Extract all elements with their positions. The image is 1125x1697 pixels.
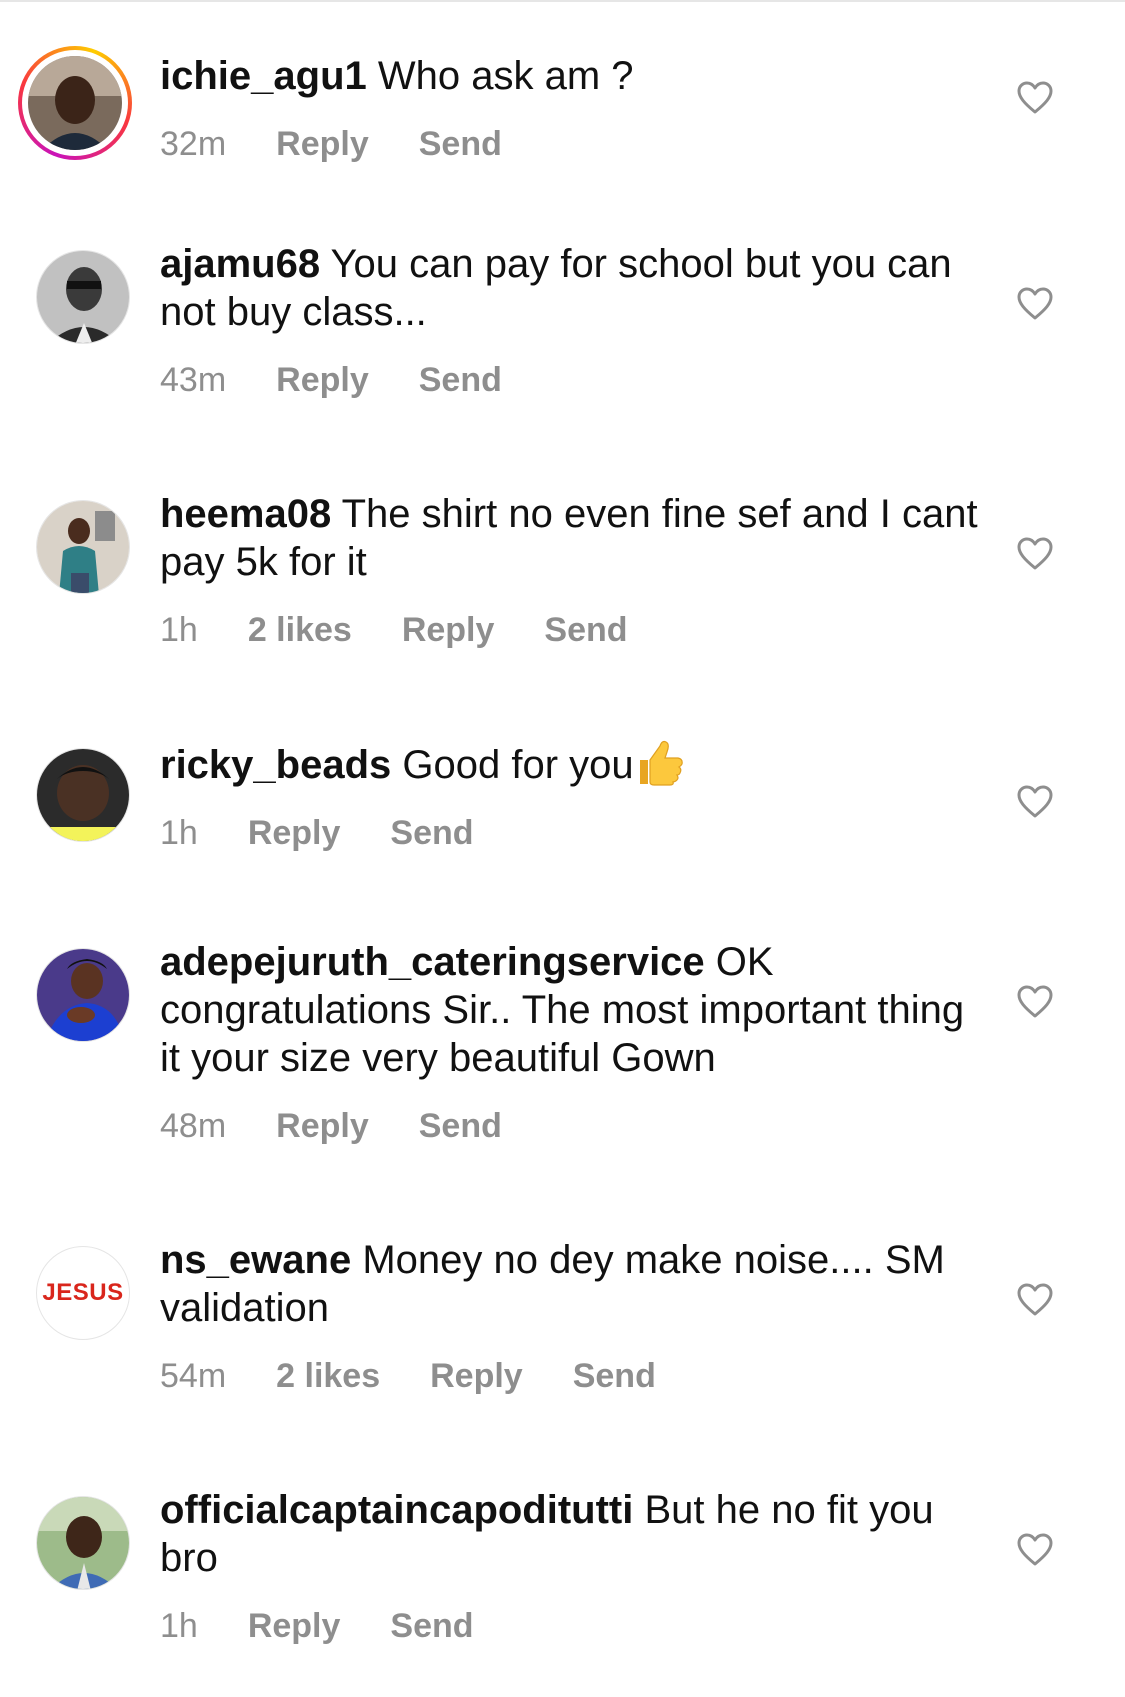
heart-outline-icon[interactable] [1016, 1532, 1054, 1566]
comment-meta: 1h Reply Send [160, 1606, 980, 1646]
comment-time: 54m [160, 1357, 227, 1395]
heart-outline-icon[interactable] [1016, 1282, 1054, 1316]
comment-body: adepejuruth_cateringservice OK congratul… [160, 938, 980, 1146]
comment-time: 32m [160, 125, 227, 163]
comment-text: ricky_beads Good for you [160, 738, 980, 789]
heart-outline-icon[interactable] [1016, 80, 1054, 114]
user-photo-avatar [37, 501, 129, 593]
avatar[interactable] [36, 250, 130, 344]
thumbs-up-emoji [639, 740, 683, 786]
comment-username[interactable]: ichie_agu1 [160, 54, 367, 98]
comment-text: ichie_agu1 Who ask am ? [160, 52, 980, 100]
comment-meta: 54m 2 likes Reply Send [160, 1356, 980, 1396]
jesus-text-avatar: JESUS [42, 1279, 124, 1306]
avatar[interactable] [36, 748, 130, 842]
comment-body: ajamu68 You can pay for school but you c… [160, 240, 980, 400]
comment-meta: 48m Reply Send [160, 1106, 980, 1146]
user-photo-avatar [37, 1497, 129, 1589]
comment-body: officialcaptaincapoditutti But he no fit… [160, 1486, 980, 1646]
comment-text: ns_ewane Money no dey make noise.... SM … [160, 1236, 980, 1332]
likes-count[interactable]: 2 likes [276, 1356, 380, 1396]
comment-time: 48m [160, 1107, 227, 1145]
heart-outline-icon[interactable] [1016, 984, 1054, 1018]
likes-count[interactable]: 2 likes [248, 610, 352, 650]
user-photo-avatar [37, 949, 129, 1041]
top-divider [0, 0, 1125, 2]
heart-outline-icon[interactable] [1016, 784, 1054, 818]
comment-text: adepejuruth_cateringservice OK congratul… [160, 938, 980, 1082]
avatar[interactable] [36, 500, 130, 594]
comment-username[interactable]: ricky_beads [160, 743, 391, 787]
avatar[interactable] [36, 948, 130, 1042]
comment-meta: 1h 2 likes Reply Send [160, 610, 980, 650]
comment-meta: 32m Reply Send [160, 124, 980, 164]
comment-meta: 1h Reply Send [160, 813, 980, 853]
heart-outline-icon[interactable] [1016, 536, 1054, 570]
send-button[interactable]: Send [419, 360, 502, 400]
avatar[interactable]: JESUS [36, 1246, 130, 1340]
comment-body: ichie_agu1 Who ask am ? 32m Reply Send [160, 52, 980, 164]
reply-button[interactable]: Reply [402, 610, 495, 650]
reply-button[interactable]: Reply [430, 1356, 523, 1396]
comment-message: Who ask am ? [377, 54, 634, 98]
user-photo-avatar [37, 749, 129, 841]
send-button[interactable]: Send [544, 610, 627, 650]
user-photo-avatar [28, 56, 122, 150]
comment-time: 43m [160, 361, 227, 399]
comment-message: Good for you [402, 743, 634, 787]
send-button[interactable]: Send [390, 813, 473, 853]
comment-time: 1h [160, 611, 198, 649]
comment-text: ajamu68 You can pay for school but you c… [160, 240, 980, 336]
comment-time: 1h [160, 814, 198, 852]
comment-meta: 43m Reply Send [160, 360, 980, 400]
avatar[interactable] [18, 46, 132, 160]
comment-username[interactable]: ajamu68 [160, 242, 320, 286]
user-photo-avatar [37, 251, 129, 343]
comment-username[interactable]: ns_ewane [160, 1238, 351, 1282]
reply-button[interactable]: Reply [276, 360, 369, 400]
send-button[interactable]: Send [419, 124, 502, 164]
comment-body: ricky_beads Good for you 1h Reply Send [160, 738, 980, 853]
comment-username[interactable]: adepejuruth_cateringservice [160, 940, 705, 984]
heart-outline-icon[interactable] [1016, 286, 1054, 320]
comment-username[interactable]: heema08 [160, 492, 331, 536]
send-button[interactable]: Send [390, 1606, 473, 1646]
comment-body: ns_ewane Money no dey make noise.... SM … [160, 1236, 980, 1396]
reply-button[interactable]: Reply [248, 1606, 341, 1646]
comment-text: officialcaptaincapoditutti But he no fit… [160, 1486, 980, 1582]
send-button[interactable]: Send [573, 1356, 656, 1396]
reply-button[interactable]: Reply [276, 1106, 369, 1146]
reply-button[interactable]: Reply [276, 124, 369, 164]
avatar[interactable] [36, 1496, 130, 1590]
send-button[interactable]: Send [419, 1106, 502, 1146]
comment-username[interactable]: officialcaptaincapoditutti [160, 1488, 633, 1532]
comment-text: heema08 The shirt no even fine sef and I… [160, 490, 980, 586]
reply-button[interactable]: Reply [248, 813, 341, 853]
comment-body: heema08 The shirt no even fine sef and I… [160, 490, 980, 650]
comment-time: 1h [160, 1607, 198, 1645]
